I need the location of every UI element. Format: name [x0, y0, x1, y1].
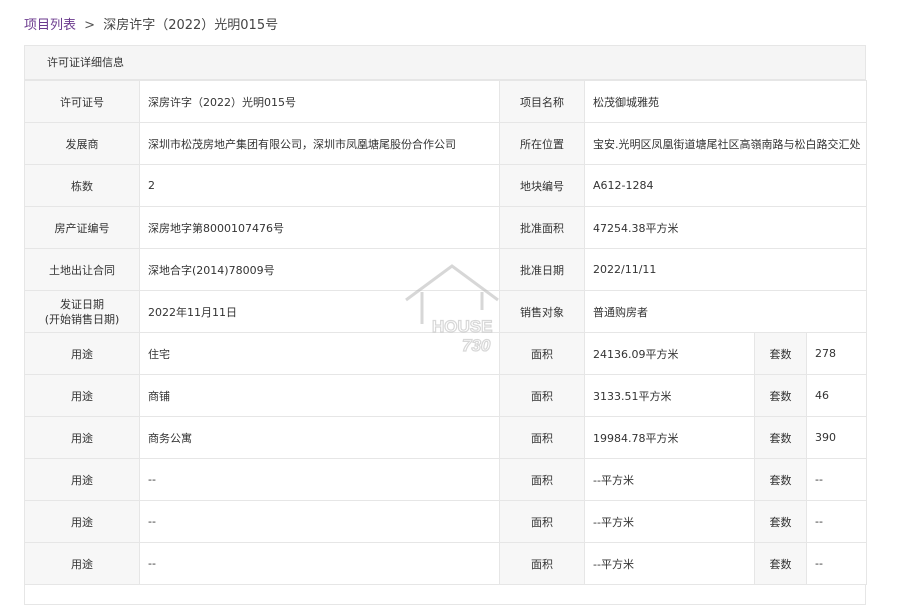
value-approved-area: 47254.38平方米: [584, 206, 867, 249]
label-unit-count: 套数: [754, 332, 807, 375]
value-area: 24136.09平方米: [584, 332, 755, 375]
label-area: 面积: [499, 458, 585, 501]
value-location: 宝安.光明区凤凰街道塘尾社区高嶺南路与松白路交汇处: [584, 122, 867, 165]
value-developer: 深圳市松茂房地产集团有限公司，深圳市凤凰塘尾股份合作公司: [139, 122, 500, 165]
label-usage: 用途: [24, 542, 140, 585]
breadcrumb: 项目列表 > 深房许字（2022）光明015号: [24, 16, 278, 36]
table-row-land-contract: 土地出让合同 深地合字(2014)78009号 批准日期 2022/11/11: [24, 248, 867, 291]
value-usage: --: [139, 500, 500, 543]
value-unit-count: --: [806, 542, 867, 585]
label-parcel-number: 地块编号: [499, 164, 585, 207]
table-row-usage: 用途 -- 面积 --平方米 套数 --: [24, 542, 867, 585]
value-usage: --: [139, 542, 500, 585]
label-developer: 发展商: [24, 122, 140, 165]
table-row-buildings: 栋数 2 地块编号 A612-1284: [24, 164, 867, 207]
value-usage: --: [139, 458, 500, 501]
label-usage: 用途: [24, 416, 140, 459]
value-unit-count: --: [806, 458, 867, 501]
table-row-usage: 用途 -- 面积 --平方米 套数 --: [24, 500, 867, 543]
value-unit-count: 46: [806, 374, 867, 417]
value-project-name: 松茂御城雅苑: [584, 80, 867, 123]
value-license-number: 深房许字（2022）光明015号: [139, 80, 500, 123]
breadcrumb-project-list-link[interactable]: 项目列表: [24, 18, 76, 33]
value-area: --平方米: [584, 458, 755, 501]
value-unit-count: 278: [806, 332, 867, 375]
license-detail-panel: 许可证详细信息 许可证号 深房许字（2022）光明015号 项目名称 松茂御城雅…: [24, 45, 867, 605]
value-building-count: 2: [139, 164, 500, 207]
label-issue-date: 发证日期 (开始销售日期): [24, 290, 140, 333]
label-area: 面积: [499, 542, 585, 585]
label-issue-date-line2: (开始销售日期): [44, 312, 120, 326]
table-row-usage: 用途 住宅 面积 24136.09平方米 套数 278: [24, 332, 867, 375]
table-row-developer: 发展商 深圳市松茂房地产集团有限公司，深圳市凤凰塘尾股份合作公司 所在位置 宝安…: [24, 122, 867, 165]
label-usage: 用途: [24, 458, 140, 501]
label-property-cert-number: 房产证编号: [24, 206, 140, 249]
table-row-license-number: 许可证号 深房许字（2022）光明015号 项目名称 松茂御城雅苑: [24, 80, 867, 123]
value-unit-count: --: [806, 500, 867, 543]
label-unit-count: 套数: [754, 458, 807, 501]
table-row-usage: 用途 -- 面积 --平方米 套数 --: [24, 458, 867, 501]
value-usage: 住宅: [139, 332, 500, 375]
label-unit-count: 套数: [754, 416, 807, 459]
value-area: 3133.51平方米: [584, 374, 755, 417]
value-area: --平方米: [584, 542, 755, 585]
table-row-usage: 用途 商务公寓 面积 19984.78平方米 套数 390: [24, 416, 867, 459]
value-unit-count: 390: [806, 416, 867, 459]
value-sales-target: 普通购房者: [584, 290, 867, 333]
label-unit-count: 套数: [754, 500, 807, 543]
breadcrumb-separator: >: [84, 18, 96, 33]
value-property-cert-number: 深房地字第8000107476号: [139, 206, 500, 249]
label-unit-count: 套数: [754, 374, 807, 417]
label-usage: 用途: [24, 332, 140, 375]
label-area: 面积: [499, 374, 585, 417]
value-area: 19984.78平方米: [584, 416, 755, 459]
label-area: 面积: [499, 416, 585, 459]
value-parcel-number: A612-1284: [584, 164, 867, 207]
value-area: --平方米: [584, 500, 755, 543]
label-location: 所在位置: [499, 122, 585, 165]
label-area: 面积: [499, 332, 585, 375]
breadcrumb-current: 深房许字（2022）光明015号: [103, 18, 279, 33]
label-approved-area: 批准面积: [499, 206, 585, 249]
table-row-property-cert: 房产证编号 深房地字第8000107476号 批准面积 47254.38平方米: [24, 206, 867, 249]
label-issue-date-line1: 发证日期: [60, 297, 104, 311]
value-issue-date: 2022年11月11日: [139, 290, 500, 333]
label-license-number: 许可证号: [24, 80, 140, 123]
value-approval-date: 2022/11/11: [584, 248, 867, 291]
license-detail-table: 许可证号 深房许字（2022）光明015号 项目名称 松茂御城雅苑 发展商 深圳…: [24, 80, 867, 585]
label-unit-count: 套数: [754, 542, 807, 585]
label-usage: 用途: [24, 500, 140, 543]
label-land-contract: 土地出让合同: [24, 248, 140, 291]
label-building-count: 栋数: [24, 164, 140, 207]
label-usage: 用途: [24, 374, 140, 417]
value-usage: 商铺: [139, 374, 500, 417]
table-row-issue-date: 发证日期 (开始销售日期) 2022年11月11日 销售对象 普通购房者: [24, 290, 867, 333]
panel-title: 许可证详细信息: [25, 46, 865, 80]
label-sales-target: 销售对象: [499, 290, 585, 333]
value-land-contract: 深地合字(2014)78009号: [139, 248, 500, 291]
label-project-name: 项目名称: [499, 80, 585, 123]
label-approval-date: 批准日期: [499, 248, 585, 291]
label-area: 面积: [499, 500, 585, 543]
value-usage: 商务公寓: [139, 416, 500, 459]
table-row-usage: 用途 商铺 面积 3133.51平方米 套数 46: [24, 374, 867, 417]
